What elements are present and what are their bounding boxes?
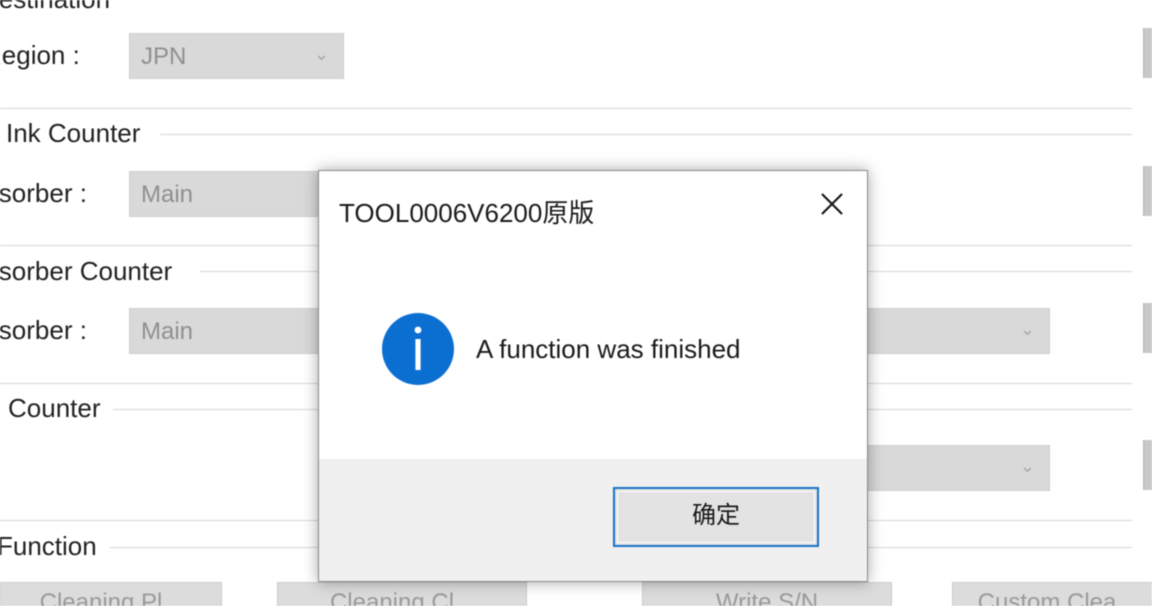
edge-control-2[interactable] [1143,166,1152,216]
function-section-title: Function [0,531,109,562]
region-label: Region : [0,40,80,70]
ink-counter-section-title: Ink Counter [6,118,153,149]
edge-control-3[interactable] [1143,303,1152,353]
dialog-title: TOOL0006V6200原版 [339,198,595,228]
absorber-secondary-select[interactable]: ⌄ [850,308,1050,354]
maintenance-tool-window: Destination Region : JPN ⌄ Ink Counter A… [0,0,1152,606]
custom-clean-button[interactable]: Custom Clea... [952,582,1152,606]
info-icon [381,312,455,386]
ink-counter-title-line [160,134,1132,135]
ink-absorber-label: Absorber : [0,178,87,208]
chevron-down-icon: ⌄ [1019,456,1035,476]
write-sn-button[interactable]: Write S/N [642,582,892,606]
counter-absorber-select-value: Main [141,318,194,345]
ink-absorber-select[interactable]: Main [129,171,329,217]
message-dialog: TOOL0006V6200原版 A function was finished … [318,170,868,582]
counter-select[interactable]: ⌄ [850,445,1050,491]
dialog-message: A function was finished [476,334,741,364]
ok-button[interactable]: 确定 [613,487,819,547]
chevron-down-icon: ⌄ [313,44,329,64]
counter-absorber-label: Absorber : [0,315,87,345]
region-select-value: JPN [141,43,187,70]
close-icon[interactable] [815,187,849,221]
edge-control-1[interactable] [1143,28,1152,78]
counter-absorber-select[interactable]: Main [129,308,329,354]
cleaning-pl-button[interactable]: Cleaning Pl... [0,582,222,606]
cleaning-cl-button[interactable]: Cleaning Cl... [277,582,527,606]
edge-control-4[interactable] [1143,440,1152,490]
chevron-down-icon: ⌄ [1019,319,1035,339]
ok-button-label: 确定 [692,502,740,529]
absorber-counter-section-title: Absorber Counter [0,256,185,287]
destination-section-title: Destination [0,0,123,15]
region-select[interactable]: JPN ⌄ [129,33,344,79]
ink-absorber-select-value: Main [141,181,194,208]
ink-counter-divider [0,108,1132,109]
counter-section-title: Counter [8,393,113,424]
